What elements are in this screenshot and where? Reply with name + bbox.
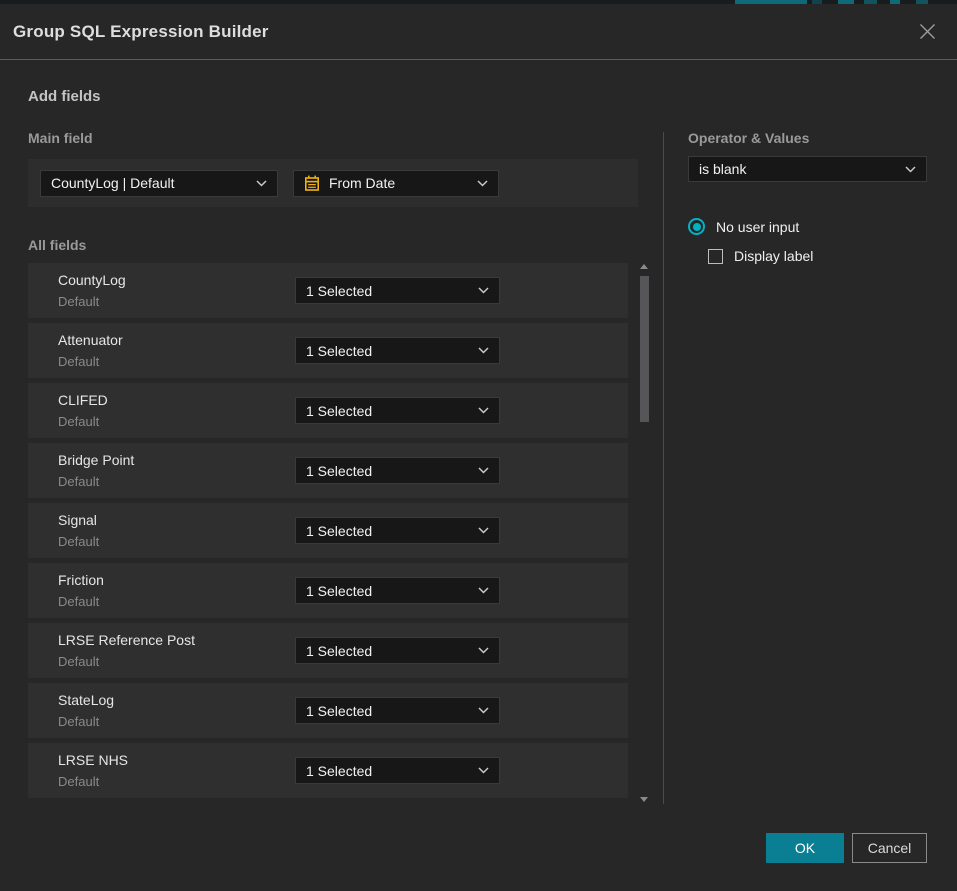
chevron-down-icon (905, 166, 916, 173)
chevron-down-icon (478, 647, 489, 654)
field-name: Bridge Point (58, 452, 134, 468)
field-subtitle: Default (58, 474, 99, 489)
chevron-down-icon (478, 587, 489, 594)
main-field-source-select[interactable]: CountyLog | Default (40, 170, 278, 197)
chevron-down-icon (478, 767, 489, 774)
operator-select-value: is blank (699, 161, 746, 177)
scrollbar-thumb[interactable] (640, 276, 649, 422)
field-name: Signal (58, 512, 97, 528)
dialog-title: Group SQL Expression Builder (13, 22, 269, 42)
chevron-down-icon (477, 180, 488, 187)
field-row-clifed: CLIFED Default 1 Selected (28, 383, 628, 438)
field-subtitle: Default (58, 654, 99, 669)
field-subtitle: Default (58, 534, 99, 549)
all-fields-label: All fields (28, 237, 638, 253)
selected-count: 1 Selected (306, 343, 372, 359)
field-name: Friction (58, 572, 104, 588)
field-name: CLIFED (58, 392, 108, 408)
all-fields-list: CountyLog Default 1 Selected Attenuator … (28, 263, 628, 798)
field-subtitle: Default (58, 414, 99, 429)
operator-values-label: Operator & Values (688, 130, 927, 146)
field-subtitle: Default (58, 714, 99, 729)
field-row-friction: Friction Default 1 Selected (28, 563, 628, 618)
field-name: CountyLog (58, 272, 126, 288)
column-divider (663, 132, 664, 804)
chevron-down-icon (478, 707, 489, 714)
no-user-input-option[interactable]: No user input (688, 218, 927, 235)
close-icon (918, 22, 937, 41)
dialog-header: Group SQL Expression Builder (0, 4, 957, 60)
group-sql-expression-builder-dialog: Group SQL Expression Builder Add fields … (0, 4, 957, 891)
chevron-down-icon (478, 347, 489, 354)
radio-selected-icon[interactable] (688, 218, 705, 235)
display-label-option[interactable]: Display label (708, 248, 927, 264)
chevron-down-icon (256, 180, 267, 187)
field-row-lrse-reference-post: LRSE Reference Post Default 1 Selected (28, 623, 628, 678)
operator-values-column: Operator & Values is blank No user input… (688, 130, 927, 264)
field-selected-dropdown[interactable]: 1 Selected (295, 757, 500, 784)
chevron-down-icon (478, 527, 489, 534)
main-field-source-value: CountyLog | Default (51, 175, 175, 191)
field-name: LRSE NHS (58, 752, 128, 768)
chevron-down-icon (478, 467, 489, 474)
field-selected-dropdown[interactable]: 1 Selected (295, 457, 500, 484)
calendar-icon (304, 175, 320, 192)
field-selected-dropdown[interactable]: 1 Selected (295, 697, 500, 724)
operator-select[interactable]: is blank (688, 156, 927, 182)
add-fields-heading: Add fields (28, 88, 957, 105)
field-selected-dropdown[interactable]: 1 Selected (295, 337, 500, 364)
chevron-down-icon (478, 407, 489, 414)
field-row-signal: Signal Default 1 Selected (28, 503, 628, 558)
field-selected-dropdown[interactable]: 1 Selected (295, 277, 500, 304)
cancel-button[interactable]: Cancel (852, 833, 927, 863)
field-name: Attenuator (58, 332, 123, 348)
field-selected-dropdown[interactable]: 1 Selected (295, 397, 500, 424)
field-subtitle: Default (58, 594, 99, 609)
field-selected-dropdown[interactable]: 1 Selected (295, 637, 500, 664)
field-name: StateLog (58, 692, 114, 708)
selected-count: 1 Selected (306, 283, 372, 299)
field-row-attenuator: Attenuator Default 1 Selected (28, 323, 628, 378)
field-selected-dropdown[interactable]: 1 Selected (295, 517, 500, 544)
field-row-lrse-nhs: LRSE NHS Default 1 Selected (28, 743, 628, 798)
display-label-label: Display label (734, 248, 813, 264)
field-row-countylog: CountyLog Default 1 Selected (28, 263, 628, 318)
selected-count: 1 Selected (306, 703, 372, 719)
field-row-statelog: StateLog Default 1 Selected (28, 683, 628, 738)
main-field-field-select[interactable]: From Date (293, 170, 499, 197)
field-subtitle: Default (58, 294, 99, 309)
selected-count: 1 Selected (306, 763, 372, 779)
selected-count: 1 Selected (306, 403, 372, 419)
fields-column: Main field CountyLog | Default (28, 130, 638, 798)
scrollbar-up-arrow-icon[interactable] (640, 264, 648, 269)
field-row-bridge-point: Bridge Point Default 1 Selected (28, 443, 628, 498)
main-field-panel: CountyLog | Default From Date (28, 159, 638, 207)
close-button[interactable] (915, 20, 939, 44)
scrollbar-down-arrow-icon[interactable] (640, 797, 648, 802)
field-name: LRSE Reference Post (58, 632, 195, 648)
field-subtitle: Default (58, 354, 99, 369)
selected-count: 1 Selected (306, 643, 372, 659)
main-field-field-value: From Date (329, 175, 395, 191)
field-selected-dropdown[interactable]: 1 Selected (295, 577, 500, 604)
dialog-footer: OK Cancel (766, 833, 927, 863)
selected-count: 1 Selected (306, 463, 372, 479)
selected-count: 1 Selected (306, 523, 372, 539)
main-field-label: Main field (28, 130, 638, 146)
ok-button[interactable]: OK (766, 833, 844, 863)
no-user-input-label: No user input (716, 219, 799, 235)
chevron-down-icon (478, 287, 489, 294)
fields-list-scrollbar[interactable] (637, 262, 652, 804)
selected-count: 1 Selected (306, 583, 372, 599)
field-subtitle: Default (58, 774, 99, 789)
checkbox-unchecked-icon[interactable] (708, 249, 723, 264)
